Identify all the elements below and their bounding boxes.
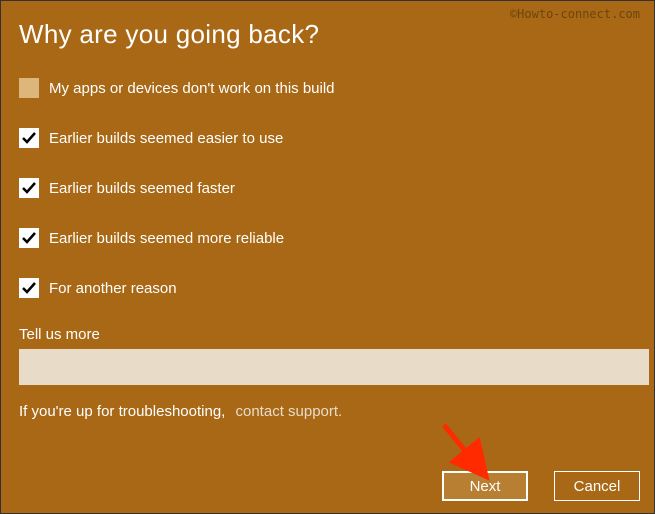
contact-support-link[interactable]: contact support.: [236, 403, 343, 420]
button-bar: Next Cancel: [442, 471, 640, 501]
troubleshoot-text: If you're up for troubleshooting,: [19, 403, 225, 420]
option-label: My apps or devices don't work on this bu…: [49, 80, 335, 97]
option-label: Earlier builds seemed easier to use: [49, 130, 283, 147]
next-button[interactable]: Next: [442, 471, 528, 501]
page-title: Why are you going back?: [19, 19, 636, 50]
option-label: Earlier builds seemed faster: [49, 180, 235, 197]
dialog-container: Why are you going back? My apps or devic…: [1, 1, 654, 420]
option-faster[interactable]: Earlier builds seemed faster: [19, 178, 636, 198]
checkbox-checked-icon[interactable]: [19, 128, 39, 148]
option-label: For another reason: [49, 280, 177, 297]
option-apps-devices[interactable]: My apps or devices don't work on this bu…: [19, 78, 636, 98]
troubleshoot-line: If you're up for troubleshooting, contac…: [19, 403, 636, 420]
checkbox-unchecked-icon[interactable]: [19, 78, 39, 98]
cancel-button[interactable]: Cancel: [554, 471, 640, 501]
option-another-reason[interactable]: For another reason: [19, 278, 636, 298]
checkbox-checked-icon[interactable]: [19, 278, 39, 298]
tellus-input[interactable]: [19, 349, 649, 385]
option-reliable[interactable]: Earlier builds seemed more reliable: [19, 228, 636, 248]
checkbox-checked-icon[interactable]: [19, 228, 39, 248]
watermark-text: ©Howto-connect.com: [510, 7, 640, 21]
option-easier[interactable]: Earlier builds seemed easier to use: [19, 128, 636, 148]
tellus-label: Tell us more: [19, 326, 636, 343]
checkbox-checked-icon[interactable]: [19, 178, 39, 198]
option-label: Earlier builds seemed more reliable: [49, 230, 284, 247]
